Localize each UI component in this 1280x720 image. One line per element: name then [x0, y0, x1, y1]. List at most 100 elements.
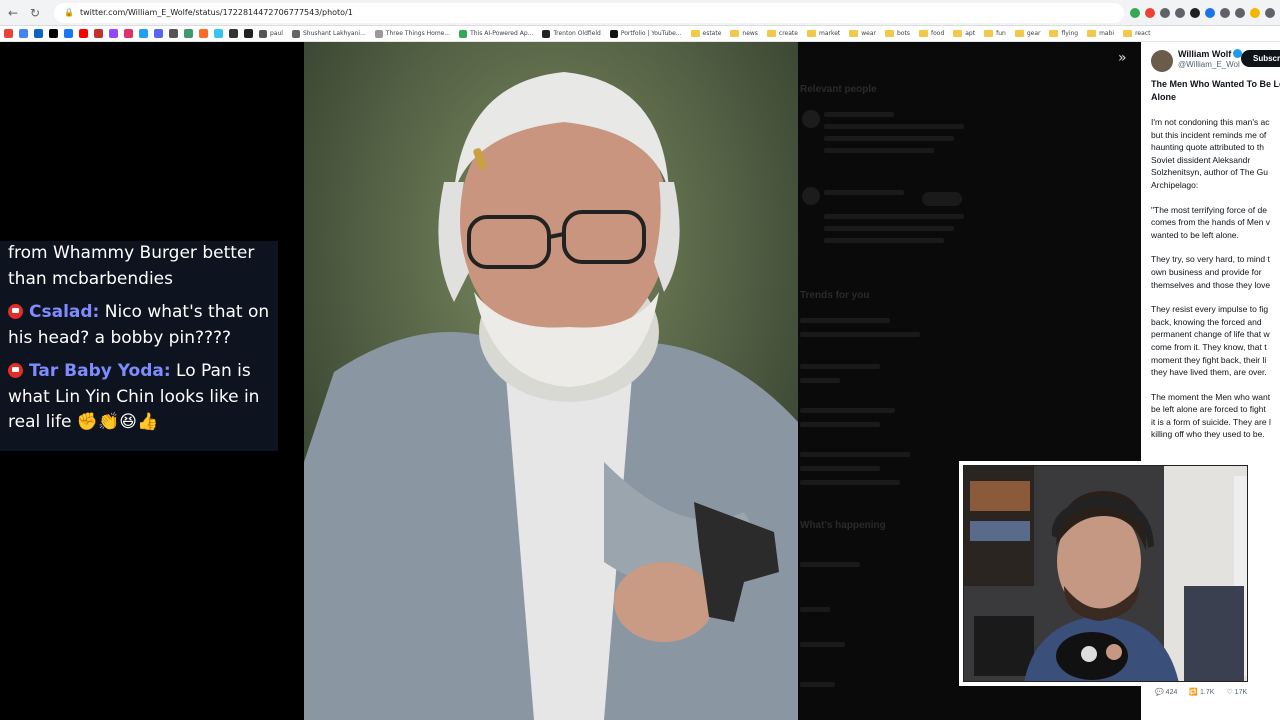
placeholder-line [824, 112, 894, 117]
placeholder-line [824, 136, 954, 141]
subscribe-button[interactable]: Subscri [1241, 50, 1280, 67]
youtube-icon[interactable] [79, 29, 88, 38]
repost-button[interactable]: 🔁 1.7K [1189, 688, 1214, 696]
folder-icon [953, 30, 963, 37]
bookmark-label: estate [702, 30, 722, 37]
bookmark-label: This AI-Powered Ap... [470, 30, 534, 37]
chat-message: Csalad: Nico what's that on his head? a … [8, 300, 270, 351]
tweet-line: comes from the hands of Men v [1151, 217, 1271, 228]
folder-icon [766, 30, 776, 37]
placeholder-line [800, 466, 880, 471]
profile-avatar[interactable] [1250, 7, 1260, 18]
extension-icon[interactable] [1220, 7, 1230, 18]
tweet-line: moment they fight back, their li [1151, 354, 1267, 365]
placeholder-line [800, 318, 890, 323]
browser-toolbar: ← ↻ 🔒 twitter.com/William_E_Wolfe/status… [0, 0, 1280, 26]
bookmark-label: paul [270, 30, 283, 37]
github-icon[interactable] [229, 29, 238, 38]
bookmark-item[interactable]: gear [1014, 30, 1040, 38]
author-name[interactable]: William Wolf [1178, 49, 1243, 59]
bookmark-item[interactable]: Three Things Home... [374, 29, 451, 38]
bookmark-item[interactable]: news [730, 30, 758, 38]
bookmark-label: bots [897, 30, 910, 37]
extension-icon[interactable] [1235, 7, 1245, 18]
bookmark-label: react [1135, 30, 1151, 37]
reply-count: 424 [1165, 689, 1178, 696]
tweet-line: themselves and those they love [1151, 279, 1271, 290]
gmail-icon[interactable] [4, 29, 13, 38]
relevant-people-heading: Relevant people [800, 84, 877, 95]
placeholder-line [824, 214, 964, 219]
bookmark-item[interactable]: fun [984, 30, 1006, 38]
folder-icon [885, 30, 895, 37]
extension-icon[interactable] [1130, 7, 1140, 18]
extension-icon[interactable] [1145, 7, 1155, 18]
bookmark-item[interactable]: bots [885, 30, 910, 38]
linkedin-icon[interactable] [34, 29, 43, 38]
tweet-line: come from it. They know, that t [1151, 341, 1267, 352]
placeholder-line [800, 378, 840, 383]
tweet-line: it is a form of suicide. They are l [1151, 416, 1271, 427]
reply-button[interactable]: 💬 424 [1155, 688, 1177, 696]
chat-message: Tar Baby Yoda: Lo Pan is what Lin Yin Ch… [8, 359, 270, 436]
tweet-paragraph: The moment the Men who want be left alone… [1151, 391, 1280, 441]
extension-icon[interactable] [1160, 7, 1170, 18]
twitch-icon[interactable] [109, 29, 118, 38]
instagram-icon[interactable] [124, 29, 133, 38]
tweet-line: They try, so very hard, to mind t [1151, 254, 1270, 265]
bookmark-item[interactable]: wear [849, 30, 876, 38]
placeholder-line [800, 642, 845, 647]
like-button[interactable]: ♡ 17K [1226, 688, 1247, 696]
folder-icon [984, 30, 994, 37]
bookmark-item[interactable]: create [766, 30, 798, 38]
reload-icon[interactable]: ↻ [26, 4, 44, 22]
bookmark-item[interactable]: This AI-Powered Ap... [459, 29, 534, 38]
favicon-icon [291, 29, 300, 38]
apple-icon[interactable] [169, 29, 178, 38]
extension-icon[interactable] [1175, 7, 1185, 18]
folder-icon [1123, 30, 1133, 37]
expand-icon[interactable]: » [1118, 50, 1127, 66]
tweet-photo[interactable] [304, 42, 798, 720]
bookmark-item[interactable]: market [806, 30, 840, 38]
bookmark-item[interactable]: apt [953, 30, 975, 38]
pen-icon[interactable] [244, 29, 253, 38]
bookmark-item[interactable]: Portfolio | YouTube... [609, 29, 682, 38]
bookmark-item[interactable]: Trenton Oldfield [542, 29, 601, 38]
discord-icon[interactable] [154, 29, 163, 38]
extension-icon[interactable] [1205, 7, 1215, 18]
placeholder-line [800, 408, 895, 413]
tweet-line: back, knowing the forced and [1151, 316, 1262, 327]
tweet-line: I'm not condoning this man's ac [1151, 117, 1270, 127]
address-bar[interactable]: 🔒 twitter.com/William_E_Wolfe/status/172… [54, 2, 1124, 23]
folder-icon [918, 30, 928, 37]
slack-icon[interactable] [214, 29, 223, 38]
tweet-line: The moment the Men who want [1151, 391, 1271, 402]
bookmark-item[interactable]: food [918, 30, 944, 38]
author-avatar[interactable] [1151, 50, 1173, 72]
back-icon[interactable]: ← [4, 4, 22, 22]
facebook-icon[interactable] [64, 29, 73, 38]
author-handle[interactable]: @William_E_Wol [1178, 60, 1240, 69]
bookmark-item[interactable]: paul [259, 29, 283, 38]
bookmark-label: Three Things Home... [385, 30, 451, 37]
folder-icon [690, 30, 700, 37]
gitlab-icon[interactable] [199, 29, 208, 38]
menu-icon[interactable] [1265, 7, 1275, 18]
calendar-icon[interactable] [19, 29, 28, 38]
bookmark-item[interactable]: Shushant Lakhyani... [291, 29, 366, 38]
bookmark-item[interactable]: react [1123, 30, 1150, 38]
tweet-line: Soviet dissident Aleksandr [1151, 154, 1251, 165]
extension-icon[interactable] [1190, 7, 1200, 18]
bookmark-item[interactable]: mabi [1087, 30, 1114, 38]
bookmark-label: news [742, 30, 758, 37]
webcam-feed [963, 465, 1248, 682]
tweet-line: own business and provide for [1151, 266, 1262, 277]
youtube-studio-icon[interactable] [94, 29, 103, 38]
x-icon[interactable] [49, 29, 58, 38]
bookmark-icon[interactable] [184, 29, 193, 38]
bookmark-item[interactable]: flying [1049, 30, 1078, 38]
bookmark-item[interactable]: estate [690, 30, 722, 38]
placeholder-line [824, 190, 904, 195]
bookmark-icon[interactable] [139, 29, 148, 38]
